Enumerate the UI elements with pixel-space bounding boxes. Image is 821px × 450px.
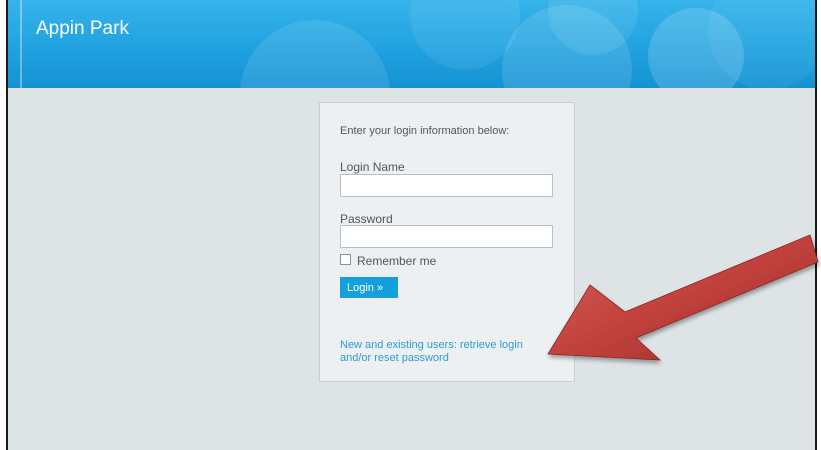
login-name-input[interactable] — [340, 174, 553, 197]
header-divider — [20, 0, 22, 88]
login-intro-text: Enter your login information below: — [340, 125, 510, 137]
login-panel: Enter your login information below: Logi… — [319, 102, 575, 382]
remember-me-label[interactable]: Remember me — [357, 254, 436, 268]
site-title[interactable]: Appin Park — [36, 18, 129, 40]
site-header: Appin Park — [8, 0, 815, 88]
header-decoration — [240, 20, 390, 88]
remember-me-checkbox[interactable] — [340, 254, 351, 265]
login-name-label: Login Name — [340, 160, 405, 174]
browser-frame: Appin Park Enter your login information … — [6, 0, 817, 450]
login-button[interactable]: Login » — [340, 277, 398, 298]
password-input[interactable] — [340, 225, 553, 248]
password-label: Password — [340, 212, 393, 226]
retrieve-login-link[interactable]: New and existing users: retrieve login a… — [340, 339, 550, 365]
